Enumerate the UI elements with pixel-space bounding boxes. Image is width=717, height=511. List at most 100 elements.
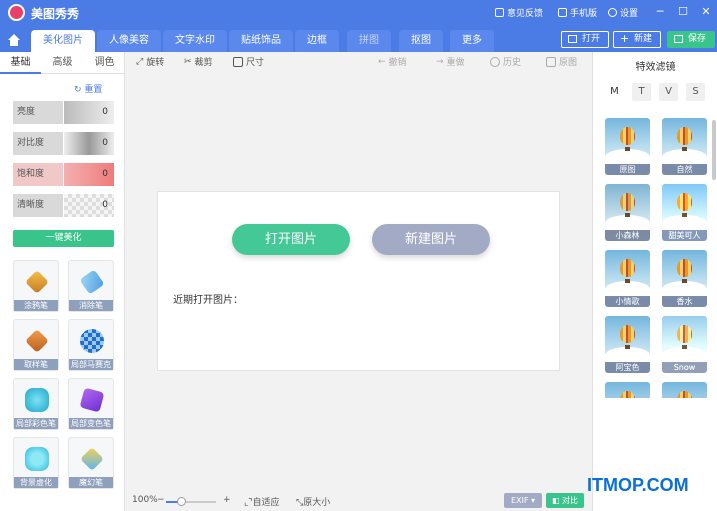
redo-label: 重做 <box>446 58 465 68</box>
tab-advanced[interactable]: 高级 <box>42 52 83 74</box>
reset-button[interactable]: ↻ 重置 <box>74 82 102 95</box>
filter-thumb[interactable]: 小情歌 <box>605 250 650 307</box>
balloon-icon <box>677 391 692 398</box>
balloon-icon <box>677 259 692 277</box>
tab-more[interactable]: 更多 <box>450 30 494 52</box>
zoom-out-button[interactable]: − <box>157 495 165 505</box>
filter-thumb[interactable]: 阿宝色 <box>605 316 650 373</box>
recolor-icon <box>79 387 105 413</box>
filter-grid: 原图 自然 小森林 甜美可人 小情歌 香水 阿宝色 Snow <box>605 118 710 398</box>
cloud-shape <box>605 215 650 231</box>
tab-beautify[interactable]: 美化图片 <box>31 30 95 52</box>
home-button[interactable] <box>4 30 24 50</box>
filter-thumb[interactable]: 自然 <box>662 118 707 175</box>
feedback-icon <box>495 8 504 17</box>
mosaic-tool[interactable]: 局部马赛克 <box>68 319 114 371</box>
filter-thumb[interactable]: 原图 <box>605 118 650 175</box>
filter-thumb[interactable]: 香水 <box>662 250 707 307</box>
crop-button[interactable]: ✂ 裁剪 <box>184 55 213 69</box>
tab-text[interactable]: 文字水印 <box>163 30 227 52</box>
compare-button[interactable]: ◧ 对比 <box>546 493 584 508</box>
color-pen-tool[interactable]: 局部彩色笔 <box>13 378 59 430</box>
feedback-button[interactable]: 意见反馈 <box>495 6 543 19</box>
fit-button[interactable]: ⌞⌝自适应 <box>244 495 279 508</box>
contrast-slider[interactable]: 对比度 0 <box>13 132 114 155</box>
recolor-pen-tool[interactable]: 局部变色笔 <box>68 378 114 430</box>
doodle-pen-tool[interactable]: 涂鸦笔 <box>13 260 59 312</box>
one-key-beautify-button[interactable]: 一键美化 <box>13 230 114 247</box>
history-button[interactable]: 历史 <box>490 55 521 68</box>
slider-label: 饱和度 <box>13 163 63 186</box>
new-image-button[interactable]: 新建图片 <box>372 224 490 255</box>
tab-frame[interactable]: 边框 <box>295 30 339 52</box>
filter-thumb[interactable] <box>605 382 650 398</box>
tab-portrait[interactable]: 人像美容 <box>97 30 161 52</box>
tab-basic[interactable]: 基础 <box>0 52 41 74</box>
open-image-button[interactable]: 打开图片 <box>232 224 350 255</box>
tool-label: 消除笔 <box>69 300 113 311</box>
original-button[interactable]: 原图 <box>546 55 577 68</box>
open-button[interactable]: 打开 <box>561 31 610 48</box>
balloon-icon <box>677 325 692 343</box>
tab-stickers[interactable]: 贴纸饰品 <box>229 30 293 52</box>
save-button[interactable]: 保存 <box>667 31 716 48</box>
settings-button[interactable]: 设置 <box>608 6 638 19</box>
zoom-slider-handle[interactable] <box>177 497 186 506</box>
left-tabs: 基础 高级 调色 <box>0 52 125 74</box>
exif-button[interactable]: EXIF ▾ <box>504 493 542 508</box>
filter-tab-m[interactable]: M <box>605 83 624 101</box>
phone-icon <box>558 8 567 17</box>
background-blur-tool[interactable]: 背景虚化 <box>13 437 59 489</box>
minimize-button[interactable]: ─ <box>652 4 668 20</box>
maximize-button[interactable]: ☐ <box>675 4 691 20</box>
filter-tab-v[interactable]: V <box>659 83 678 101</box>
feedback-label: 意见反馈 <box>507 9 544 19</box>
home-icon <box>8 34 20 46</box>
tab-color[interactable]: 调色 <box>84 52 125 74</box>
save-icon <box>674 35 683 43</box>
image-icon <box>568 35 577 43</box>
brightness-slider[interactable]: 亮度 0 <box>13 101 114 124</box>
actual-size-label: 原大小 <box>303 498 331 508</box>
filter-thumb[interactable]: 小森林 <box>605 184 650 241</box>
zoom-in-button[interactable]: + <box>223 495 231 505</box>
rotate-button[interactable]: ⤢ 旋转 <box>136 55 164 69</box>
tab-collage[interactable]: 拼图 <box>347 30 391 52</box>
save-label: 保存 <box>688 34 707 44</box>
scissors-icon: ✂ <box>184 56 192 67</box>
balloon-basket <box>625 279 630 283</box>
history-label: 历史 <box>503 58 522 68</box>
filter-tabs: M T V S <box>605 83 705 101</box>
image-icon <box>546 56 556 67</box>
phone-version-button[interactable]: 手机版 <box>558 6 597 19</box>
filter-label: 阿宝色 <box>605 362 650 373</box>
tab-cutout[interactable]: 抠图 <box>399 30 443 52</box>
undo-button[interactable]: ← 撤销 <box>378 55 407 69</box>
resize-button[interactable]: 尺寸 <box>233 55 264 68</box>
zoom-slider[interactable] <box>166 497 216 506</box>
sharpness-slider[interactable]: 清晰度 0 <box>13 194 114 217</box>
slider-label: 亮度 <box>13 101 63 124</box>
filter-tab-s[interactable]: S <box>686 83 705 101</box>
app-title: 美图秀秀 <box>31 7 80 21</box>
filter-scrollbar[interactable] <box>712 120 716 180</box>
filter-thumb[interactable] <box>662 382 707 398</box>
tool-label: 魔幻笔 <box>69 477 113 488</box>
zoom-value: 100% <box>132 495 158 505</box>
filter-thumb[interactable]: 甜美可人 <box>662 184 707 241</box>
cloud-shape <box>662 281 707 297</box>
redo-button[interactable]: → 重做 <box>436 55 465 69</box>
canvas-area: ⤢ 旋转 ✂ 裁剪 尺寸 ← 撤销 → 重做 历史 原图 打开图片 新建图片 近期打开图… <box>126 52 591 511</box>
cloud-shape <box>662 215 707 231</box>
balloon-basket <box>682 213 687 217</box>
filter-thumb[interactable]: Snow <box>662 316 707 373</box>
sample-pen-tool[interactable]: 取样笔 <box>13 319 59 371</box>
filter-tab-t[interactable]: T <box>632 83 651 101</box>
eraser-pen-tool[interactable]: 消除笔 <box>68 260 114 312</box>
new-button[interactable]: + 新建 <box>613 31 662 48</box>
saturation-slider[interactable]: 饱和度 0 <box>13 163 114 186</box>
actual-size-button[interactable]: ⤡原大小 <box>296 495 330 508</box>
magic-pen-tool[interactable]: 魔幻笔 <box>68 437 114 489</box>
close-button[interactable]: ✕ <box>698 4 714 20</box>
balloon-basket <box>625 147 630 151</box>
